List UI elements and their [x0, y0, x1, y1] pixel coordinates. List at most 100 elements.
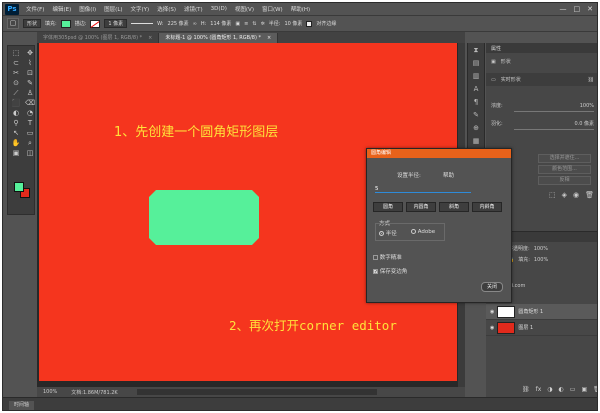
lasso-tool-icon[interactable]: ⊂	[10, 59, 22, 68]
menu-window[interactable]: 窗口(W)	[258, 5, 287, 13]
eye-icon[interactable]: ◉	[490, 325, 494, 331]
visibility-icon[interactable]: ◉	[573, 191, 579, 199]
mode-dropdown[interactable]: 形状	[23, 19, 42, 28]
close-window-button[interactable]: ✕	[587, 5, 593, 13]
path-align-icon[interactable]: ≡	[244, 21, 248, 27]
artboard-tool-icon[interactable]: ⬚	[10, 49, 22, 58]
stroke-swatch[interactable]	[90, 19, 101, 28]
layer-row-layer-1[interactable]: ◉ 图层 1	[486, 320, 597, 336]
shape-tool-icon[interactable]: ▭	[24, 129, 36, 138]
eyedropper-tool-icon[interactable]: ⊙	[10, 79, 22, 88]
history-icon[interactable]: ⧗	[468, 44, 484, 56]
stroke-type-dropdown[interactable]	[131, 23, 154, 24]
foreground-color-swatch[interactable]	[14, 182, 24, 192]
timeline-tab[interactable]: 时间轴	[9, 401, 35, 410]
radius-input[interactable]: 5	[375, 185, 471, 193]
load-selection-icon[interactable]: ⬚	[549, 191, 556, 199]
menu-layer[interactable]: 图层(L)	[100, 5, 126, 13]
path-select-tool-icon[interactable]: ↖	[10, 129, 22, 138]
menu-edit[interactable]: 编辑(E)	[48, 5, 75, 13]
rounded-rect-tool-icon[interactable]: ▢	[7, 18, 19, 29]
eraser-tool-icon[interactable]: ⌫	[24, 99, 36, 108]
pen-tool-icon[interactable]: ⚲	[10, 119, 22, 128]
precise-checkbox[interactable]	[373, 255, 378, 260]
brush-tool-icon[interactable]: ✎	[24, 79, 36, 88]
swatches-icon[interactable]: ▦	[468, 135, 484, 147]
dodge-tool-icon[interactable]: ◔	[24, 109, 36, 118]
zoom-tool-icon[interactable]: ⌕	[24, 139, 36, 148]
gear-icon[interactable]: ✲	[261, 21, 265, 27]
hand-tool-icon[interactable]: ✋	[10, 139, 22, 148]
menu-help[interactable]: 帮助(H)	[287, 5, 314, 13]
layer-opacity-value[interactable]: 100%	[534, 246, 548, 252]
radius-field[interactable]: 10 像素	[284, 20, 302, 27]
menu-image[interactable]: 图像(I)	[75, 5, 100, 13]
properties-tab[interactable]: 属性	[486, 43, 597, 53]
apply-mask-icon[interactable]: ◈	[562, 191, 567, 199]
trash-icon[interactable]: 🗑	[585, 191, 594, 199]
new-layer-icon[interactable]: ▣	[581, 386, 587, 393]
layer-fill-value[interactable]: 100%	[534, 257, 548, 263]
density-value[interactable]: 100%	[580, 103, 594, 109]
maximize-button[interactable]: □	[574, 5, 581, 13]
healing-tool-icon[interactable]: ⟋	[10, 89, 22, 98]
add-mask-icon[interactable]: ◑	[547, 386, 552, 393]
brush-preset-icon[interactable]: ✎	[468, 109, 484, 121]
menu-file[interactable]: 文件(F)	[22, 5, 48, 13]
tab-close-icon[interactable]: ×	[267, 33, 271, 43]
bevel-button[interactable]: 斜角	[439, 202, 469, 212]
delete-layer-icon[interactable]: 🗑	[593, 386, 597, 393]
inner-round-button[interactable]: 内圆角	[406, 202, 436, 212]
link-icon[interactable]: ∞	[193, 21, 197, 27]
menu-3d[interactable]: 3D(D)	[207, 6, 231, 12]
type-tool-icon[interactable]: T	[24, 119, 36, 128]
minimize-button[interactable]: —	[560, 5, 567, 13]
stroke-width-field[interactable]: 1 像素	[104, 19, 128, 28]
align-edges-checkbox[interactable]	[306, 20, 313, 27]
screen-mode-icon[interactable]: ◫	[24, 149, 36, 158]
eye-icon[interactable]: ◉	[490, 309, 494, 315]
tab-close-icon[interactable]: ×	[148, 33, 152, 43]
path-arrange-icon[interactable]: ⇅	[252, 21, 256, 27]
gradient-tool-icon[interactable]: ◐	[10, 109, 22, 118]
feather-slider[interactable]	[514, 129, 594, 130]
rounded-rectangle-shape[interactable]	[149, 190, 259, 245]
h-field[interactable]: 114 像素	[210, 20, 231, 27]
tab-document-2[interactable]: 未标题-1 @ 100% (圆角矩形 1, RGB/8) * ×	[159, 33, 279, 43]
crop-tool-icon[interactable]: ✂	[10, 69, 22, 78]
paragraph-icon[interactable]: ¶	[468, 96, 484, 108]
magic-wand-tool-icon[interactable]: ⌇	[24, 59, 36, 68]
quick-mask-icon[interactable]: ▣	[10, 149, 22, 158]
stamp-tool-icon[interactable]: ♙	[24, 89, 36, 98]
density-slider[interactable]	[514, 111, 594, 112]
help-link[interactable]: 帮助	[443, 171, 454, 179]
select-and-mask-button[interactable]: 选择并遮住...	[538, 154, 591, 163]
adobe-radio[interactable]	[411, 229, 416, 234]
character-icon[interactable]: A	[468, 83, 484, 95]
link-layers-icon[interactable]: ⛓	[522, 386, 530, 393]
history-brush-tool-icon[interactable]: ⬛	[10, 99, 22, 108]
menu-type[interactable]: 文字(Y)	[127, 5, 154, 13]
inner-bevel-button[interactable]: 内斜角	[472, 202, 502, 212]
move-tool-icon[interactable]: ✥	[24, 49, 36, 58]
menu-select[interactable]: 选择(S)	[153, 5, 180, 13]
group-icon[interactable]: ▭	[570, 386, 576, 393]
link-mask-icon[interactable]: ⛓	[588, 77, 594, 83]
round-corner-button[interactable]: 圆角	[373, 202, 403, 212]
adjust-icon[interactable]: ▥	[468, 70, 484, 82]
w-field[interactable]: 225 像素	[168, 20, 189, 27]
feather-value[interactable]: 0.0 像素	[574, 120, 594, 127]
keep-corners-checkbox[interactable]: ✓	[373, 269, 378, 275]
close-dialog-button[interactable]: 关闭	[481, 282, 503, 292]
properties-icon[interactable]: ▤	[468, 57, 484, 69]
adjustment-layer-icon[interactable]: ◐	[559, 386, 564, 393]
frame-tool-icon[interactable]: ⊡	[24, 69, 36, 78]
zoom-level[interactable]: 100%	[43, 389, 57, 395]
path-ops-icon[interactable]: ▣	[235, 21, 240, 27]
clone-source-icon[interactable]: ⊕	[468, 122, 484, 134]
invert-button[interactable]: 反相	[538, 176, 591, 185]
horizontal-scrollbar[interactable]	[137, 389, 377, 395]
color-range-button[interactable]: 颜色范围...	[538, 165, 591, 174]
layer-row-rounded-rect[interactable]: ◉ 圆角矩形 1	[486, 304, 597, 320]
menu-view[interactable]: 视图(V)	[231, 5, 258, 13]
